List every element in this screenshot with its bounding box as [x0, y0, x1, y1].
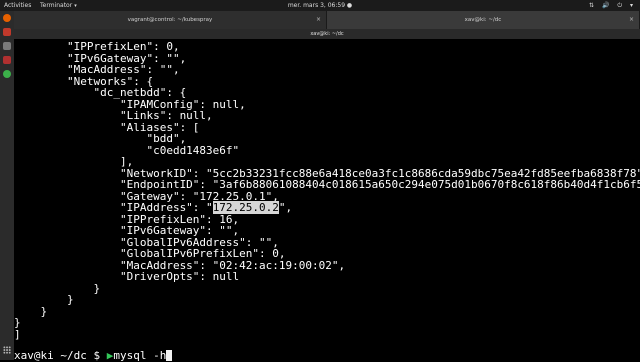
- terminal-line: ]: [14, 327, 21, 341]
- tab-label: xav@ki: ~/dc: [464, 17, 502, 23]
- terminal-title: xav@ki: ~/dc: [14, 29, 640, 39]
- clock[interactable]: mer. mars 3, 06:59 ●: [0, 0, 640, 11]
- terminal-app-icon[interactable]: [3, 28, 11, 36]
- terminal-output[interactable]: xav@ki ~/dc $ ▶mysql -h "IPPrefixLen": 0…: [14, 41, 640, 362]
- tab-bar: vagrant@control: ~/kubespray × xav@ki: ~…: [14, 11, 640, 29]
- tab-kubespray[interactable]: vagrant@control: ~/kubespray ×: [14, 11, 327, 29]
- top-bar: Activities Terminator ▾ mer. mars 3, 06:5…: [0, 0, 640, 11]
- terminal-window: vagrant@control: ~/kubespray × xav@ki: ~…: [14, 11, 640, 362]
- tab-dc[interactable]: xav@ki: ~/dc ×: [327, 11, 640, 29]
- prompt-line[interactable]: xav@ki ~/dc $ ▶mysql -h: [14, 349, 173, 362]
- files-icon[interactable]: [3, 42, 11, 50]
- prompt-directory: ~/dc $: [53, 349, 107, 362]
- system-menu[interactable]: ⇅ 🔊 ⏻ ▾: [589, 0, 636, 11]
- show-applications-icon[interactable]: [3, 346, 11, 354]
- app-icon[interactable]: [3, 70, 11, 78]
- close-icon[interactable]: ×: [629, 11, 634, 29]
- launcher-dock: [0, 11, 14, 360]
- tab-label: vagrant@control: ~/kubespray: [127, 17, 213, 23]
- firefox-icon[interactable]: [3, 14, 11, 22]
- app-icon[interactable]: [3, 56, 11, 64]
- close-icon[interactable]: ×: [316, 11, 321, 29]
- line-text: ",: [278, 201, 293, 214]
- prompt-user-host: xav@ki: [14, 349, 54, 362]
- text-cursor: [166, 350, 173, 361]
- command-input[interactable]: mysql -h: [113, 349, 166, 362]
